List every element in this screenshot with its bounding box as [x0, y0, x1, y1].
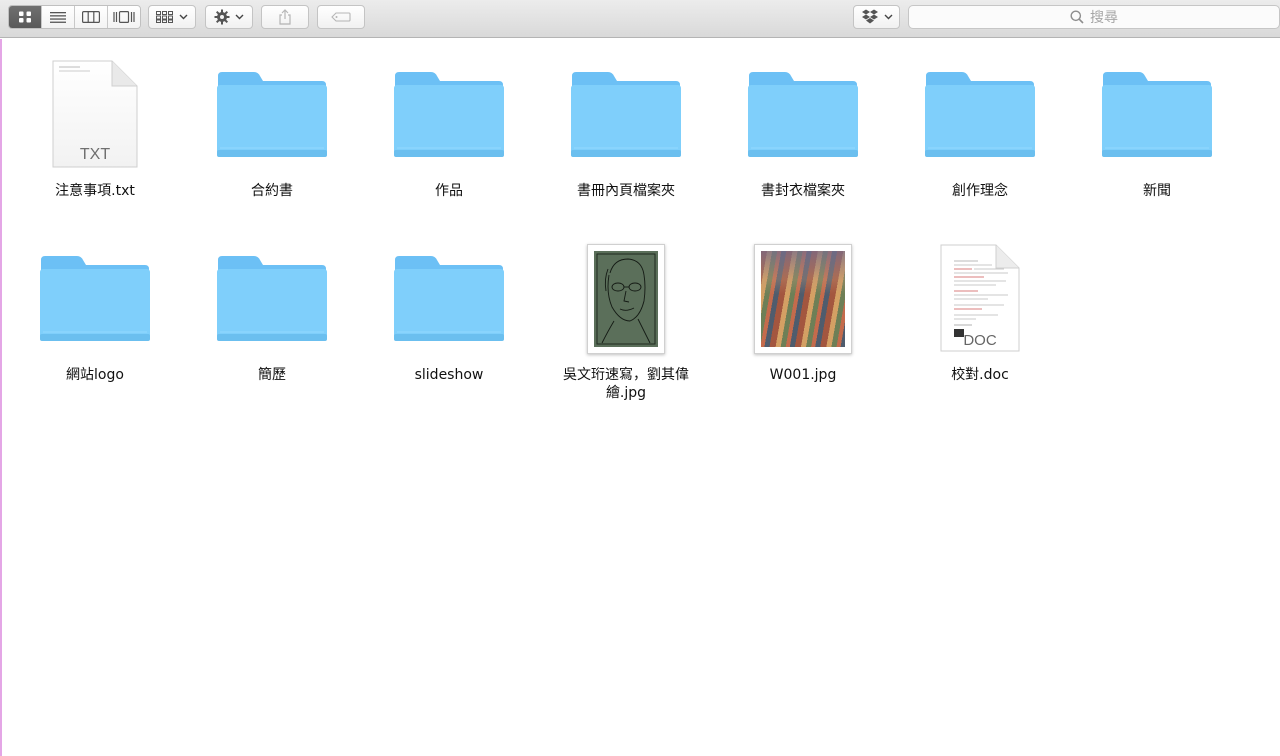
search-field[interactable]: 搜尋	[908, 5, 1280, 29]
file-name: W001.jpg	[769, 367, 837, 383]
chevron-down-icon	[884, 14, 892, 20]
text-document-icon: TXT	[52, 60, 138, 168]
folder-item[interactable]: 創作理念	[895, 50, 1065, 220]
file-name: 書封衣檔案夾	[761, 183, 845, 199]
chevron-down-icon	[235, 14, 244, 20]
file-name: 簡歷	[258, 367, 286, 383]
folder-icon	[1102, 72, 1212, 157]
file-name: 合約書	[251, 183, 293, 199]
file-name: 新聞	[1143, 183, 1171, 199]
image-thumbnail	[587, 244, 665, 354]
folder-item[interactable]: 合約書	[187, 50, 357, 220]
arrange-grid-icon	[156, 11, 173, 23]
file-item-doc[interactable]: DOC 校對.doc	[895, 234, 1065, 404]
cover-flow-view-icon	[113, 11, 135, 23]
folder-icon	[571, 72, 681, 157]
share-button[interactable]	[261, 5, 309, 29]
folder-item[interactable]: 書封衣檔案夾	[718, 50, 888, 220]
list-view-icon	[50, 11, 66, 23]
folder-icon	[748, 72, 858, 157]
action-button[interactable]	[205, 5, 253, 29]
word-document-icon: DOC	[940, 244, 1020, 352]
file-name: 網站logo	[66, 367, 124, 383]
image-item-painting[interactable]: W001.jpg	[718, 234, 888, 404]
search-placeholder: 搜尋	[1090, 10, 1118, 26]
folder-icon	[217, 256, 327, 341]
portrait-sketch-icon	[596, 253, 656, 345]
file-name: slideshow	[414, 367, 484, 383]
file-name: 校對.doc	[951, 367, 1009, 383]
finder-window: 搜尋 TXT 注意事項.txt 合約書 作品 書冊內頁檔案夾 書封衣檔案夾 創作…	[0, 0, 1280, 756]
doc-badge: DOC	[963, 332, 997, 349]
folder-icon	[394, 72, 504, 157]
file-name: 書冊內頁檔案夾	[577, 183, 675, 199]
tag-button[interactable]	[317, 5, 365, 29]
image-item-sketch[interactable]: 吳文珩速寫，劉其偉繪.jpg	[541, 234, 711, 404]
toolbar: 搜尋	[0, 0, 1280, 38]
folder-item[interactable]: 書冊內頁檔案夾	[541, 50, 711, 220]
file-name: 創作理念	[952, 183, 1008, 199]
painting-thumbnail	[761, 251, 845, 347]
view-mode-control	[8, 5, 141, 29]
list-view-button[interactable]	[42, 6, 75, 28]
file-name: 注意事項.txt	[55, 183, 135, 199]
folder-icon	[925, 72, 1035, 157]
file-name: 作品	[435, 183, 463, 199]
icon-view-icon	[19, 11, 31, 23]
file-name: 吳文珩速寫，劉其偉繪.jpg	[563, 367, 689, 401]
folder-icon	[217, 72, 327, 157]
column-view-button[interactable]	[75, 6, 108, 28]
file-item-txt[interactable]: TXT 注意事項.txt	[10, 50, 180, 220]
cover-flow-view-button[interactable]	[108, 6, 140, 28]
folder-icon	[40, 256, 150, 341]
column-view-icon	[82, 11, 100, 23]
gear-icon	[214, 9, 230, 25]
tag-icon	[331, 12, 351, 22]
share-icon	[279, 9, 291, 25]
dropbox-icon	[861, 9, 878, 24]
folder-item[interactable]: slideshow	[364, 234, 534, 404]
window-edge	[0, 39, 2, 756]
folder-item[interactable]: 網站logo	[10, 234, 180, 404]
arrange-button[interactable]	[148, 5, 196, 29]
folder-item[interactable]: 簡歷	[187, 234, 357, 404]
txt-badge: TXT	[80, 146, 110, 163]
folder-icon	[394, 256, 504, 341]
chevron-down-icon	[179, 14, 188, 20]
folder-item[interactable]: 新聞	[1072, 50, 1242, 220]
search-icon	[1070, 10, 1084, 24]
icon-view-button[interactable]	[9, 6, 42, 28]
dropbox-button[interactable]	[853, 5, 900, 29]
image-thumbnail	[754, 244, 852, 354]
folder-item[interactable]: 作品	[364, 50, 534, 220]
